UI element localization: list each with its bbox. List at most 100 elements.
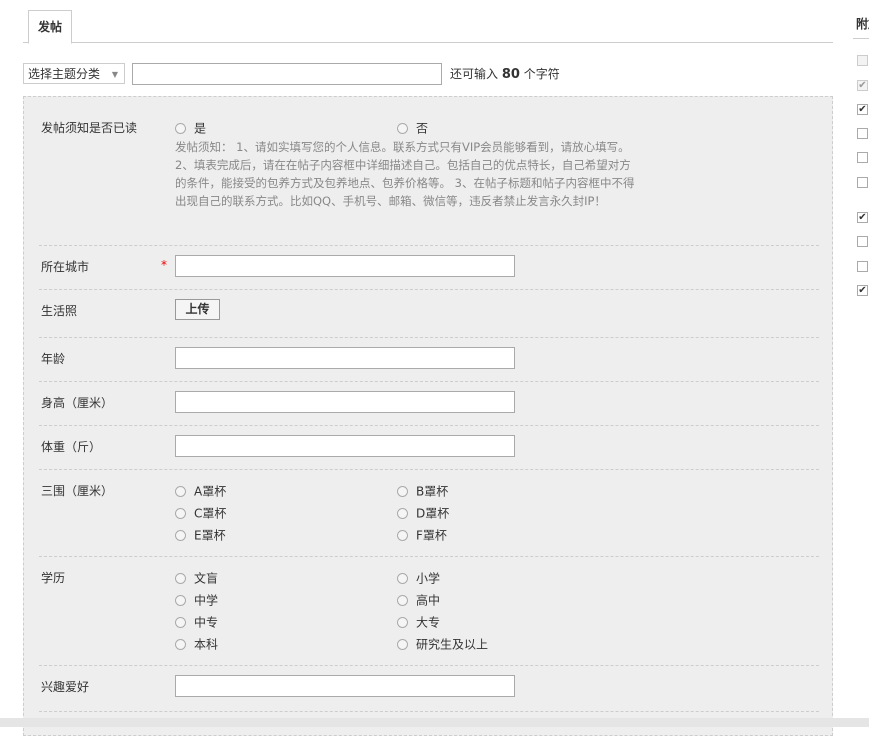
radio-label: 中专 — [194, 615, 219, 630]
age-label: 年龄 — [41, 352, 66, 366]
radio-label: A罩杯 — [194, 484, 227, 499]
radio-notice-no[interactable]: 否 — [397, 119, 428, 137]
measurements-label: 三围（厘米） — [41, 484, 114, 498]
subject-input[interactable] — [132, 63, 442, 85]
check-icon: ✔ — [858, 212, 867, 223]
category-select-value: 选择主题分类 — [28, 67, 101, 81]
char-remaining-count: 80 — [501, 67, 520, 82]
radio-label: B罩杯 — [416, 484, 449, 499]
form-panel: 发帖须知是否已读 是 否 发帖须知： 1、请如实填写您的个人信息。联系方式只有V… — [23, 96, 833, 736]
sidebar-checkbox — [857, 55, 868, 66]
age-input[interactable] — [175, 347, 515, 369]
sidebar-checkbox[interactable] — [857, 152, 868, 163]
radio-label: C罩杯 — [194, 506, 227, 521]
radio-circle — [397, 508, 408, 519]
check-icon: ✔ — [858, 80, 867, 91]
upload-button[interactable]: 上传 — [175, 299, 220, 320]
radio-cup-b[interactable]: B罩杯 — [397, 482, 448, 500]
sidebar-title: 附加选项 — [856, 17, 869, 31]
radio-edu-graduate[interactable]: 研究生及以上 — [397, 635, 488, 653]
sidebar-divider — [853, 38, 869, 39]
sidebar-checkbox[interactable] — [857, 236, 868, 247]
form-row-hobbies: 兴趣爱好 — [39, 665, 819, 712]
radio-circle — [175, 639, 186, 650]
radio-cup-a[interactable]: A罩杯 — [175, 482, 226, 500]
sidebar-checkbox[interactable]: ✔ — [857, 212, 868, 223]
sidebar-checkbox[interactable]: ✔ — [857, 104, 868, 115]
radio-circle — [397, 639, 408, 650]
radio-label: 研究生及以上 — [416, 637, 489, 652]
radio-cup-d[interactable]: D罩杯 — [397, 504, 449, 522]
radio-edu-illiterate[interactable]: 文盲 — [175, 569, 218, 587]
radio-label: 文盲 — [194, 571, 219, 586]
weight-input[interactable] — [175, 435, 515, 457]
form-row-city: 所在城市 * — [39, 245, 819, 290]
char-remaining-prefix: 还可输入 — [450, 67, 499, 81]
radio-notice-yes[interactable]: 是 — [175, 119, 206, 137]
form-row-notice: 发帖须知是否已读 是 否 发帖须知： 1、请如实填写您的个人信息。联系方式只有V… — [39, 97, 819, 246]
tab-post[interactable]: 发帖 — [28, 10, 72, 44]
sidebar-checkbox[interactable] — [857, 261, 868, 272]
sidebar-checkbox[interactable] — [857, 177, 868, 188]
radio-circle — [397, 486, 408, 497]
form-row-education: 学历 文盲 小学 中学 高中 中专 大专 本科 研究生及以上 — [39, 556, 819, 666]
radio-edu-bachelor[interactable]: 本科 — [175, 635, 218, 653]
form-row-measurements: 三围（厘米） A罩杯 B罩杯 C罩杯 D罩杯 E罩杯 F罩杯 — [39, 469, 819, 557]
radio-label: 否 — [416, 121, 429, 136]
radio-edu-college[interactable]: 大专 — [397, 613, 440, 631]
radio-edu-primary[interactable]: 小学 — [397, 569, 440, 587]
photo-label: 生活照 — [41, 304, 78, 318]
radio-cup-f[interactable]: F罩杯 — [397, 526, 447, 544]
check-icon: ✔ — [858, 285, 867, 296]
required-mark: * — [161, 258, 167, 272]
radio-circle — [397, 595, 408, 606]
radio-circle — [397, 617, 408, 628]
check-icon: ✔ — [858, 104, 867, 115]
radio-label: 大专 — [416, 615, 441, 630]
char-remaining-suffix: 个字符 — [523, 67, 560, 81]
radio-label: D罩杯 — [416, 506, 450, 521]
form-row-height: 身高（厘米） — [39, 381, 819, 426]
radio-label: 是 — [194, 121, 207, 136]
radio-cup-e[interactable]: E罩杯 — [175, 526, 226, 544]
radio-label: F罩杯 — [416, 528, 447, 543]
radio-cup-c[interactable]: C罩杯 — [175, 504, 226, 522]
radio-label: 中学 — [194, 593, 219, 608]
radio-edu-middle[interactable]: 中学 — [175, 591, 218, 609]
city-input[interactable] — [175, 255, 515, 277]
radio-label: E罩杯 — [194, 528, 226, 543]
radio-label: 小学 — [416, 571, 441, 586]
sidebar-checkbox[interactable] — [857, 128, 868, 139]
notice-label: 发帖须知是否已读 — [41, 121, 138, 135]
hobbies-input[interactable] — [175, 675, 515, 697]
radio-label: 本科 — [194, 637, 219, 652]
form-row-age: 年龄 — [39, 337, 819, 382]
radio-circle — [175, 595, 186, 606]
form-row-weight: 体重（斤） — [39, 425, 819, 470]
radio-edu-high[interactable]: 高中 — [397, 591, 440, 609]
radio-edu-vocational[interactable]: 中专 — [175, 613, 218, 631]
education-label: 学历 — [41, 571, 66, 585]
radio-circle — [175, 123, 186, 134]
radio-circle — [175, 573, 186, 584]
radio-circle — [397, 573, 408, 584]
notice-text: 发帖须知： 1、请如实填写您的个人信息。联系方式只有VIP会员能够看到，请放心填… — [175, 140, 635, 208]
radio-circle — [175, 508, 186, 519]
city-label: 所在城市 — [41, 260, 90, 274]
horizontal-scrollbar[interactable] — [0, 718, 869, 727]
chevron-down-icon: ▼ — [111, 70, 118, 79]
hobbies-label: 兴趣爱好 — [41, 680, 90, 694]
radio-circle — [175, 617, 186, 628]
height-label: 身高（厘米） — [41, 396, 114, 410]
form-row-photo: 生活照 上传 — [39, 289, 819, 338]
radio-label: 高中 — [416, 593, 441, 608]
radio-circle — [175, 530, 186, 541]
radio-circle — [397, 530, 408, 541]
category-select[interactable]: 选择主题分类 ▼ — [23, 63, 125, 84]
weight-label: 体重（斤） — [41, 440, 102, 454]
sidebar-checkbox: ✔ — [857, 80, 868, 91]
height-input[interactable] — [175, 391, 515, 413]
radio-circle — [175, 486, 186, 497]
char-remaining: 还可输入 80 个字符 — [450, 63, 560, 86]
sidebar-checkbox[interactable]: ✔ — [857, 285, 868, 296]
